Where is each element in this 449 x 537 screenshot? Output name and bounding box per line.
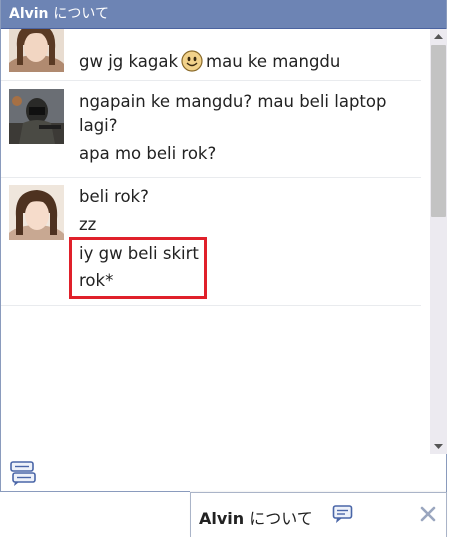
highlight-annotation bbox=[69, 237, 207, 299]
message-list: gw jg kagak mau ke mangdu ngapain ke mang… bbox=[1, 29, 429, 454]
chat-tab-name: Alvin bbox=[199, 509, 245, 528]
chevron-down-icon bbox=[434, 443, 443, 449]
close-icon[interactable] bbox=[419, 505, 437, 523]
scrollbar-thumb[interactable] bbox=[431, 45, 446, 217]
message-line: ngapain ke mangdu? mau beli laptop bbox=[79, 92, 387, 111]
chat-title-suffix: について bbox=[53, 6, 109, 22]
smiley-icon bbox=[181, 50, 203, 72]
message-group: gw jg kagak mau ke mangdu bbox=[1, 29, 421, 81]
scrollbar[interactable] bbox=[430, 29, 447, 454]
chat-bubble-icon[interactable] bbox=[9, 459, 37, 487]
girl-avatar[interactable] bbox=[9, 185, 64, 240]
chevron-up-icon bbox=[434, 33, 443, 39]
message-group: beli rok? zz iy gw beli skirt rok* bbox=[1, 177, 421, 306]
chat-tab-label: Alvin について bbox=[199, 505, 313, 529]
chat-title-name: Alvin bbox=[9, 6, 49, 22]
chat-titlebar[interactable]: Alvin について bbox=[1, 0, 446, 29]
chat-tab[interactable]: Alvin について bbox=[190, 492, 447, 537]
message-line: beli rok? bbox=[79, 187, 149, 206]
message-line: lagi? bbox=[79, 116, 118, 135]
message-line: zz bbox=[79, 215, 97, 234]
window-bottom-border bbox=[0, 491, 190, 492]
chat-title: Alvin について bbox=[9, 6, 109, 23]
scroll-down-arrow[interactable] bbox=[430, 439, 447, 454]
scroll-up-arrow[interactable] bbox=[430, 29, 447, 44]
message-line: apa mo beli rok? bbox=[79, 144, 217, 163]
chat-bubble-icon[interactable] bbox=[332, 504, 354, 526]
soldier-avatar[interactable] bbox=[9, 89, 64, 144]
girl-avatar[interactable] bbox=[9, 29, 64, 72]
chat-window: Alvin について gw jg kagak mau ke mangdu nga… bbox=[0, 0, 447, 492]
chat-tab-suffix: について bbox=[249, 509, 313, 528]
message-line: gw jg kagak mau ke mangdu bbox=[79, 50, 341, 72]
message-group: ngapain ke mangdu? mau beli laptop lagi?… bbox=[1, 80, 421, 178]
